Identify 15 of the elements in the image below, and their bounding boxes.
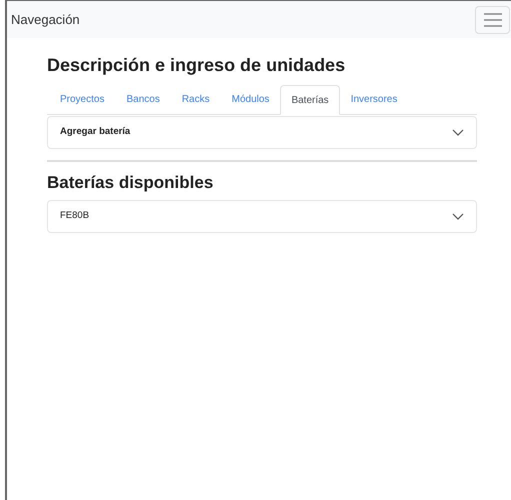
menu-button[interactable] [475, 6, 510, 34]
section-heading: Baterías disponibles [47, 172, 214, 194]
accordion-header[interactable]: Agregar batería [47, 116, 477, 149]
tab[interactable]: Inversores [340, 85, 408, 114]
menu-icon [484, 12, 502, 26]
accordion-header[interactable]: FE80B [47, 200, 477, 232]
navbar-brand[interactable]: Navegación [11, 10, 80, 30]
tab[interactable]: Proyectos [49, 85, 116, 114]
tab[interactable]: Baterías [280, 85, 340, 115]
page-heading: Descripción e ingreso de unidades [47, 54, 346, 77]
tab[interactable]: Bancos [115, 85, 171, 114]
chevron-icon [452, 129, 464, 136]
tab[interactable]: Módulos [220, 85, 280, 114]
chevron-icon [452, 212, 464, 220]
tab[interactable]: Racks [170, 85, 221, 114]
